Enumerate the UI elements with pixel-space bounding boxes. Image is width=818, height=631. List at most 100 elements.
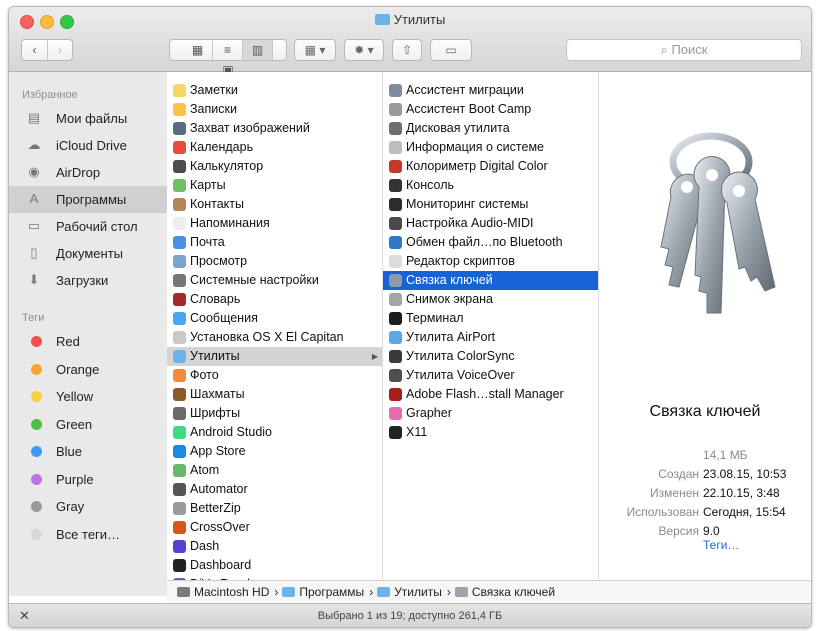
list-item-label: Ассистент Boot Camp	[406, 102, 532, 116]
forward-button[interactable]: ›	[48, 40, 72, 60]
list-item[interactable]: Карты	[167, 176, 382, 195]
column-view-icon[interactable]: ▥	[243, 40, 273, 60]
path-item[interactable]: Программы	[282, 585, 364, 599]
path-item[interactable]: Связка ключей	[454, 585, 555, 599]
sidebar-tag[interactable]: Red	[9, 328, 167, 355]
icon-view-icon[interactable]: ▦	[183, 40, 213, 60]
sidebar-item[interactable]: ▤ Мои файлы	[9, 105, 167, 132]
list-item[interactable]: Android Studio	[167, 423, 382, 442]
list-item[interactable]: Контакты	[167, 195, 382, 214]
list-item[interactable]: Утилита AirPort	[383, 328, 598, 347]
list-item[interactable]: CrossOver	[167, 518, 382, 537]
list-item[interactable]: Захват изображений	[167, 119, 382, 138]
list-item-label: Утилита AirPort	[406, 330, 496, 344]
list-item[interactable]: Информация о системе	[383, 138, 598, 157]
sidebar-item[interactable]: ▭ Рабочий стол	[9, 213, 167, 240]
list-item[interactable]: Утилита ColorSync	[383, 347, 598, 366]
search-field[interactable]: ⌕ Поиск	[566, 39, 802, 61]
list-item[interactable]: Калькулятор	[167, 157, 382, 176]
airdrop-icon: ◉	[28, 164, 40, 179]
list-item[interactable]: Снимок экрана	[383, 290, 598, 309]
preview-meta-key: Создан	[658, 467, 699, 481]
list-item[interactable]: Automator	[167, 480, 382, 499]
favorites-header: Избранное	[22, 89, 78, 101]
list-item[interactable]: Dash	[167, 537, 382, 556]
list-item-label: Консоль	[406, 178, 455, 192]
list-item[interactable]: Редактор скриптов	[383, 252, 598, 271]
list-item-label: Редактор скриптов	[406, 254, 515, 268]
list-item[interactable]: X11	[383, 423, 598, 442]
sidebar-item[interactable]: ⬇ Загрузки	[9, 267, 167, 294]
list-item[interactable]: App Store	[167, 442, 382, 461]
list-item[interactable]: Сообщения	[167, 309, 382, 328]
sidebar-item[interactable]: ◉ AirDrop	[9, 159, 167, 186]
list-view-icon[interactable]: ≡	[213, 40, 243, 60]
sidebar-tag[interactable]: Green	[9, 411, 167, 438]
app-icon	[389, 179, 402, 192]
list-item-label: Automator	[190, 482, 248, 496]
preview-size: 14,1 МБ	[703, 448, 748, 462]
list-item[interactable]: Мониторинг системы	[383, 195, 598, 214]
list-item-label: X11	[406, 425, 428, 439]
preview-meta-value: 9.0	[703, 524, 720, 538]
list-item[interactable]: Терминал	[383, 309, 598, 328]
folder-icon	[377, 587, 391, 597]
list-item[interactable]: Связка ключей	[383, 271, 598, 290]
list-item[interactable]: Ассистент Boot Camp	[383, 100, 598, 119]
list-item[interactable]: Записки	[167, 100, 382, 119]
list-item[interactable]: Установка OS X El Capitan	[167, 328, 382, 347]
list-item[interactable]: Настройка Audio-MIDI	[383, 214, 598, 233]
sidebar-item[interactable]: ☁ iCloud Drive	[9, 132, 167, 159]
path-item[interactable]: Утилиты	[377, 585, 442, 599]
app-icon	[389, 160, 402, 173]
list-item[interactable]: Утилиты ▶	[167, 347, 382, 366]
sidebar-item[interactable]: ▯ Документы	[9, 240, 167, 267]
sidebar-tag[interactable]: Yellow	[9, 383, 167, 410]
back-button[interactable]: ‹	[22, 40, 48, 60]
sidebar-tag[interactable]: Blue	[9, 438, 167, 465]
app-icon	[389, 217, 402, 230]
list-item-label: Напоминания	[190, 216, 270, 230]
list-item[interactable]: Утилита VoiceOver	[383, 366, 598, 385]
list-item[interactable]: Ассистент миграции	[383, 81, 598, 100]
preview-meta-row: Создан 23.08.15, 10:53	[599, 467, 811, 485]
list-item[interactable]: Фото	[167, 366, 382, 385]
list-item[interactable]: Консоль	[383, 176, 598, 195]
app-icon	[389, 331, 402, 344]
list-item[interactable]: Почта	[167, 233, 382, 252]
arrange-button[interactable]: ▦ ▾	[294, 39, 336, 61]
sidebar-tag[interactable]: Purple	[9, 466, 167, 493]
list-item[interactable]: Колориметр Digital Color	[383, 157, 598, 176]
tags-button[interactable]: ▭	[430, 39, 472, 61]
list-item[interactable]: Системные настройки	[167, 271, 382, 290]
path-item[interactable]: Macintosh HD	[177, 585, 269, 599]
list-item[interactable]: Шрифты	[167, 404, 382, 423]
list-item[interactable]: Atom	[167, 461, 382, 480]
sidebar-tag-label: Purple	[56, 471, 94, 487]
list-item[interactable]: Словарь	[167, 290, 382, 309]
sidebar-tag[interactable]: Gray	[9, 493, 167, 520]
list-item[interactable]: BetterZip	[167, 499, 382, 518]
list-item[interactable]: Обмен файл…по Bluetooth	[383, 233, 598, 252]
keychain-small-icon	[454, 587, 468, 597]
close-icon[interactable]: ✕	[19, 604, 30, 627]
preview-tags-link[interactable]: Теги…	[703, 538, 739, 552]
list-item[interactable]: Заметки	[167, 81, 382, 100]
sidebar-tag[interactable]: Все теги…	[9, 521, 167, 548]
list-item[interactable]: Adobe Flash…stall Manager	[383, 385, 598, 404]
list-item[interactable]: Dashboard	[167, 556, 382, 575]
preview-meta-value: Сегодня, 15:54	[703, 505, 786, 519]
tag-color-dot	[31, 336, 42, 347]
list-item[interactable]: Шахматы	[167, 385, 382, 404]
action-button[interactable]: ✹ ▾	[344, 39, 384, 61]
list-item[interactable]: Напоминания	[167, 214, 382, 233]
list-item[interactable]: Дисковая утилита	[383, 119, 598, 138]
app-icon	[173, 293, 186, 306]
list-item[interactable]: Календарь	[167, 138, 382, 157]
share-button[interactable]: ⇧	[392, 39, 422, 61]
list-item[interactable]: Grapher	[383, 404, 598, 423]
list-item[interactable]: Просмотр	[167, 252, 382, 271]
path-bar: Macintosh HD › Программы › Утилиты › Связка кл…	[167, 580, 811, 603]
sidebar-tag[interactable]: Orange	[9, 356, 167, 383]
sidebar-item[interactable]: A Программы	[9, 186, 167, 213]
